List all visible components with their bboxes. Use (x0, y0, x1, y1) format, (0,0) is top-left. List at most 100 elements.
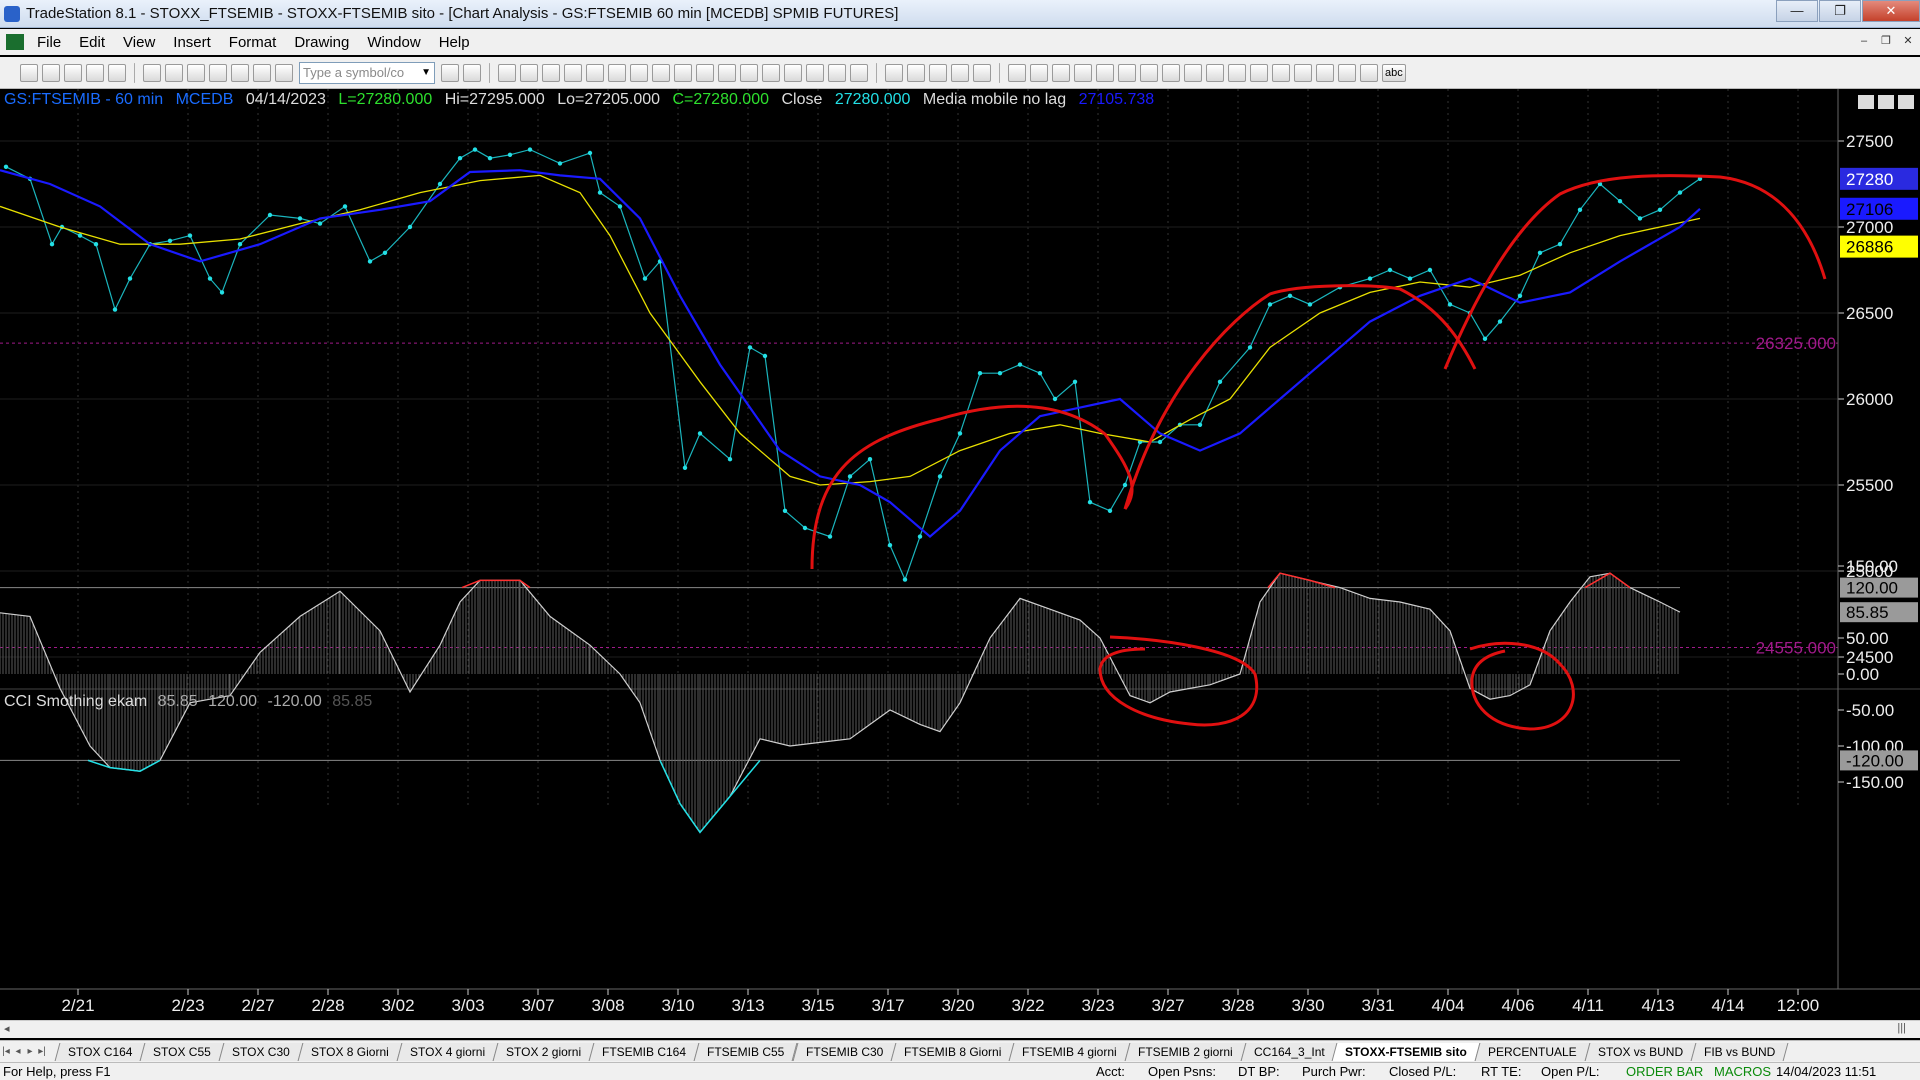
globe-icon[interactable] (275, 63, 293, 82)
open-icon[interactable] (42, 63, 60, 82)
ellipse-icon[interactable] (1338, 63, 1356, 82)
folder-icon[interactable] (108, 63, 126, 82)
menu-insert[interactable]: Insert (164, 34, 220, 51)
data-window-icon[interactable] (907, 63, 925, 82)
zoom-in-icon[interactable] (828, 63, 846, 82)
workspace-tab[interactable]: STOX C55 (140, 1042, 225, 1061)
mdi-close-button[interactable]: ✕ (1898, 32, 1918, 50)
text-tool-icon[interactable]: abc (1382, 63, 1406, 82)
menu-drawing[interactable]: Drawing (285, 34, 358, 51)
channel-icon[interactable] (1074, 63, 1092, 82)
menu-window[interactable]: Window (358, 34, 429, 51)
copy-icon[interactable] (973, 63, 991, 82)
new-workspace-icon[interactable] (86, 63, 104, 82)
scroll-left-icon[interactable]: ◂ (4, 1022, 10, 1035)
line-chart-icon[interactable] (740, 63, 758, 82)
workspace-tab[interactable]: PERCENTUALE (1474, 1042, 1591, 1061)
workspace-tab[interactable]: FTSEMIB C30 (792, 1042, 897, 1061)
scroll-thumb-icon[interactable]: ||| (1897, 1022, 1906, 1034)
gann-fan-icon[interactable] (1118, 63, 1136, 82)
workspace-tab[interactable]: FTSEMIB C164 (588, 1042, 700, 1061)
quote-icon[interactable] (520, 63, 538, 82)
chart-icon[interactable] (652, 63, 670, 82)
candle-icon[interactable] (718, 63, 736, 82)
maximize-button[interactable]: ❐ (1819, 0, 1861, 22)
workspace-tab[interactable]: FTSEMIB 8 Giorni (890, 1042, 1015, 1061)
interval-icon[interactable] (762, 63, 780, 82)
trendline-icon[interactable] (1008, 63, 1026, 82)
table-icon[interactable] (542, 63, 560, 82)
print-icon[interactable] (165, 63, 183, 82)
open-workspace-icon[interactable] (64, 63, 82, 82)
fib-arc-icon[interactable] (1228, 63, 1246, 82)
mdi-restore-button[interactable]: ❐ (1876, 32, 1896, 50)
vertical-line-icon[interactable] (1030, 63, 1048, 82)
pointer-icon[interactable] (885, 63, 903, 82)
tab-next-icon[interactable]: ▸ (24, 1046, 36, 1057)
grid-icon[interactable] (498, 63, 516, 82)
mdi-minimize-button[interactable]: – (1854, 32, 1874, 50)
up-arrow-icon[interactable] (1316, 63, 1334, 82)
tab-last-icon[interactable]: ▸| (36, 1046, 48, 1057)
arc-icon[interactable] (1272, 63, 1290, 82)
time-axis-label: 3/31 (1361, 996, 1394, 1015)
tab-first-icon[interactable]: |◂ (0, 1046, 12, 1057)
fibonacci-icon[interactable] (1096, 63, 1114, 82)
strategy-icon[interactable] (586, 63, 604, 82)
refresh-icon[interactable] (608, 63, 626, 82)
workspace-tab[interactable]: FTSEMIB C55 (693, 1042, 799, 1061)
menu-help[interactable]: Help (430, 34, 479, 51)
status-macros[interactable]: MACROS (1714, 1064, 1771, 1079)
speed-lines-icon[interactable] (1162, 63, 1180, 82)
menu-file[interactable]: File (28, 34, 70, 51)
find-icon[interactable] (463, 63, 481, 82)
export-icon[interactable] (951, 63, 969, 82)
compress-icon[interactable] (806, 63, 824, 82)
bar-chart-icon[interactable] (696, 63, 714, 82)
workspace-tab[interactable]: FTSEMIB 2 giorni (1124, 1042, 1247, 1061)
workspace-tab[interactable]: STOX C30 (218, 1042, 304, 1061)
workspace-tab[interactable]: STOXX-FTSEMIB sito (1332, 1042, 1481, 1061)
workspace-tab[interactable]: STOX C164 (54, 1042, 146, 1061)
horizontal-line-icon[interactable] (1052, 63, 1070, 82)
go-arrow-icon[interactable] (441, 63, 459, 82)
chart-area[interactable]: 27500 27000 26500 26000 25500 25000 24500 26325… (0, 89, 1920, 1020)
workspace-tab[interactable]: STOX 4 giorni (396, 1042, 499, 1061)
minimize-button[interactable]: — (1776, 0, 1818, 22)
chart-window-icon[interactable] (6, 34, 24, 50)
lock-icon[interactable] (231, 63, 249, 82)
tab-prev-icon[interactable]: ◂ (12, 1046, 24, 1057)
menu-view[interactable]: View (114, 34, 164, 51)
pencil-icon[interactable] (1250, 63, 1268, 82)
down-arrow-icon[interactable] (1294, 63, 1312, 82)
status-order-bar[interactable]: ORDER BAR (1626, 1064, 1703, 1079)
expand-icon[interactable] (784, 63, 802, 82)
indicator-icon[interactable] (564, 63, 582, 82)
link-icon[interactable] (187, 63, 205, 82)
regression-icon[interactable] (1184, 63, 1202, 82)
menu-edit[interactable]: Edit (70, 34, 114, 51)
workspace-tab[interactable]: STOX 2 giorni (492, 1042, 595, 1061)
workspace-tab[interactable]: FIB vs BUND (1690, 1042, 1789, 1061)
zoom-out-icon[interactable] (850, 63, 868, 82)
symbol-dropdown-icon[interactable]: ▼ (421, 63, 431, 83)
unlink-icon[interactable] (209, 63, 227, 82)
new-icon[interactable] (20, 63, 38, 82)
symbol-input[interactable]: Type a symbol/co ▼ (299, 61, 435, 84)
workspace-tab[interactable]: STOX 8 Giorni (297, 1042, 403, 1061)
horizontal-scrollbar[interactable]: ◂ ||| (0, 1020, 1920, 1038)
tools-icon[interactable] (253, 63, 271, 82)
workspace-tab[interactable]: FTSEMIB 4 giorni (1008, 1042, 1131, 1061)
hammer-icon[interactable] (929, 63, 947, 82)
close-button[interactable]: ✕ (1862, 0, 1920, 22)
chart-canvas[interactable]: 2750027000265002600025500250002450026325… (0, 89, 1920, 1020)
workspace-tab[interactable]: CC164_3_Int (1240, 1042, 1338, 1061)
andrews-pitchfork-icon[interactable] (1140, 63, 1158, 82)
menu-format[interactable]: Format (220, 34, 286, 51)
time-zone-icon[interactable] (1206, 63, 1224, 82)
save-icon[interactable] (143, 63, 161, 82)
scanner-icon[interactable] (674, 63, 692, 82)
workspace-tab[interactable]: STOX vs BUND (1584, 1042, 1697, 1061)
window-icon[interactable] (630, 63, 648, 82)
rectangle-icon[interactable] (1360, 63, 1378, 82)
